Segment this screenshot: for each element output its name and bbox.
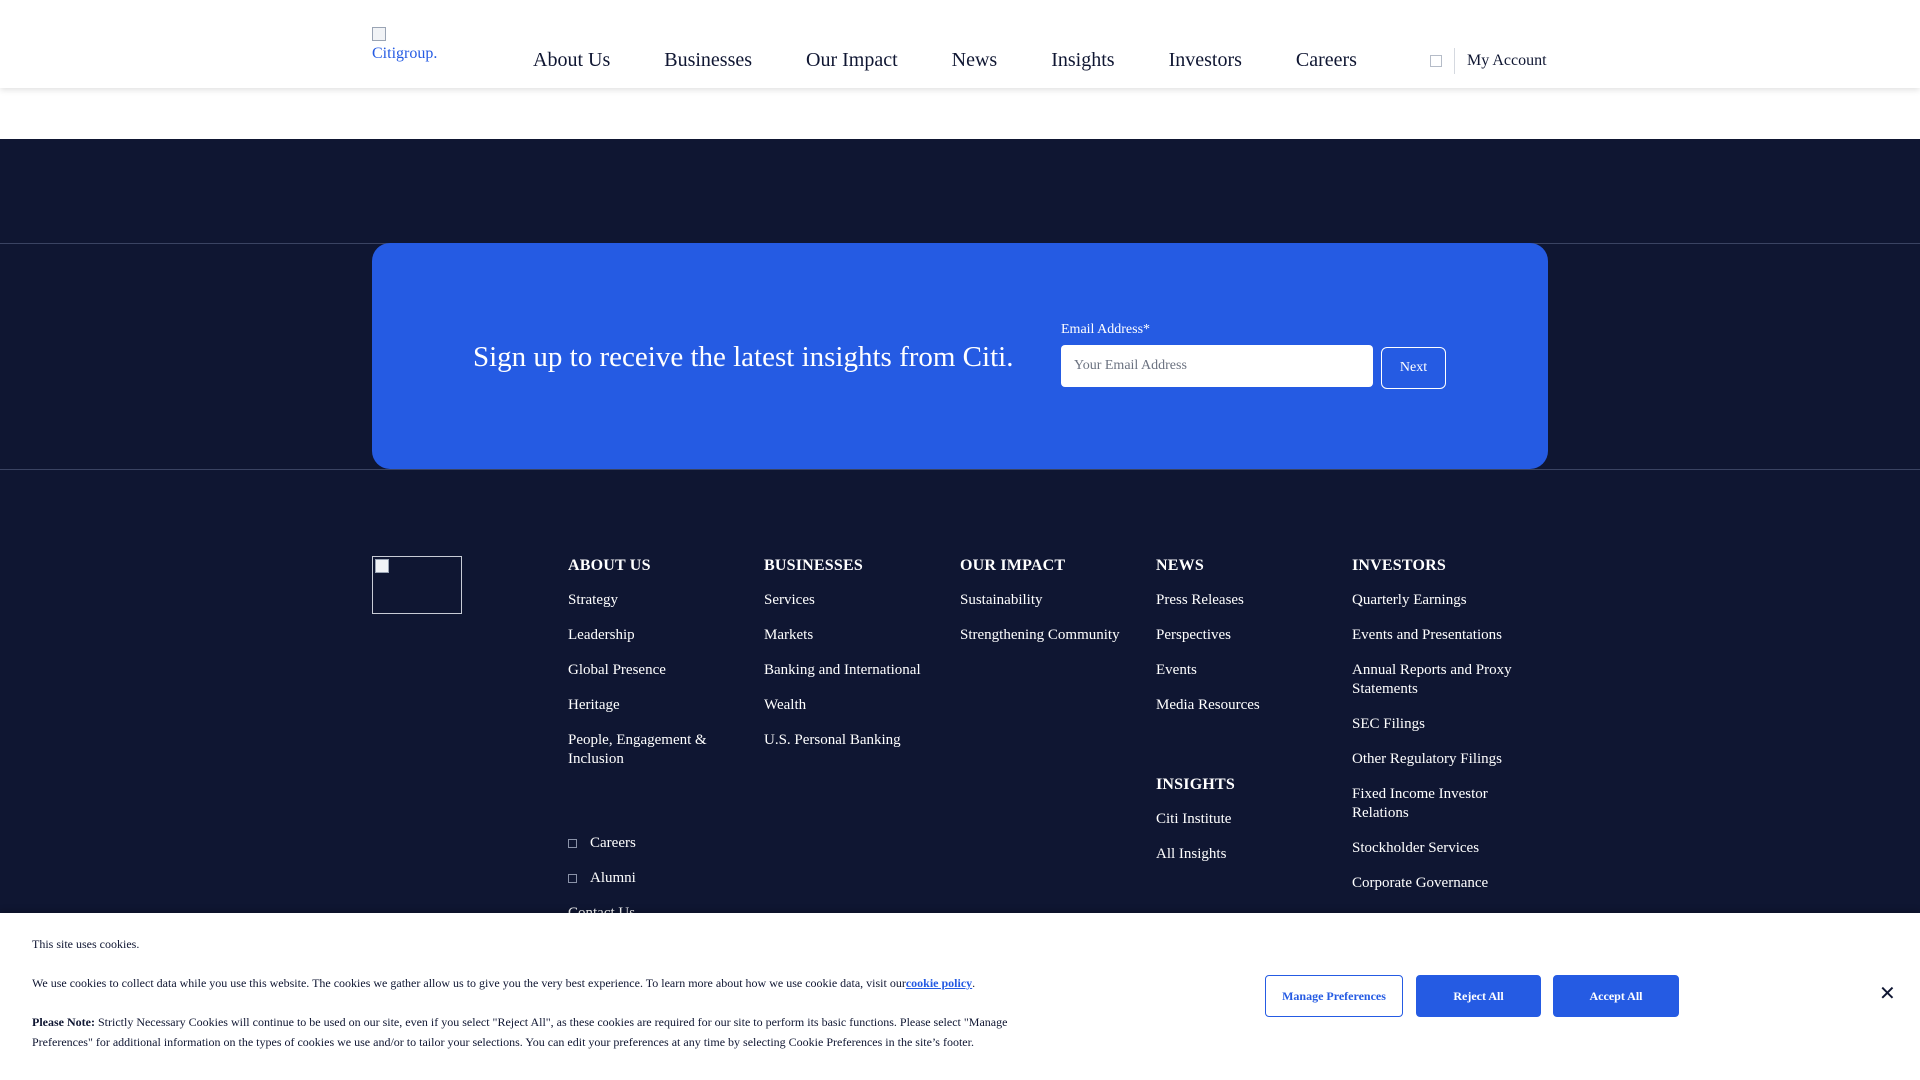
nav-news[interactable]: News xyxy=(952,47,998,73)
external-link-icon xyxy=(568,874,577,883)
footer-link[interactable]: All Insights xyxy=(1156,845,1346,864)
footer-heading-insights: INSIGHTS xyxy=(1156,776,1235,793)
nav-businesses[interactable]: Businesses xyxy=(664,47,752,73)
signup-headline: Sign up to receive the latest insights f… xyxy=(473,341,1014,373)
footer-link[interactable]: Stockholder Services xyxy=(1352,839,1532,858)
footer-link[interactable]: Leadership xyxy=(568,626,758,645)
nav-insights[interactable]: Insights xyxy=(1051,47,1114,73)
external-link-label: Alumni xyxy=(590,870,636,886)
cookie-note: Please Note: Strictly Necessary Cookies … xyxy=(32,1013,1052,1052)
nav-careers[interactable]: Careers xyxy=(1296,47,1357,73)
footer-link[interactable]: Wealth xyxy=(764,696,954,715)
account-divider xyxy=(1454,48,1455,74)
footer-link[interactable]: U.S. Personal Banking xyxy=(764,731,954,750)
careers-external-link[interactable]: Careers xyxy=(568,834,636,853)
cookie-title: This site uses cookies. xyxy=(32,937,140,951)
next-button[interactable]: Next xyxy=(1381,347,1446,389)
external-link-label: Careers xyxy=(590,835,636,851)
footer-link[interactable]: Quarterly Earnings xyxy=(1352,591,1532,610)
nav-investors[interactable]: Investors xyxy=(1169,47,1242,73)
footer-link[interactable]: Services xyxy=(764,591,954,610)
footer-link[interactable]: SEC Filings xyxy=(1352,715,1532,734)
spacer-band xyxy=(0,88,1920,140)
site-header: Citigroup. About Us Businesses Our Impac… xyxy=(0,0,1920,88)
footer-col-about-us: ABOUT US Strategy Leadership Global Pres… xyxy=(568,556,758,785)
alumni-external-link[interactable]: Alumni xyxy=(568,869,636,888)
external-link-icon xyxy=(568,839,577,848)
cookie-note-label: Please Note: xyxy=(32,1015,95,1029)
accept-all-button[interactable]: Accept All xyxy=(1553,975,1679,1017)
cookie-note-text: Strictly Necessary Cookies will continue… xyxy=(32,1015,1008,1049)
footer-link[interactable]: Corporate Governance xyxy=(1352,874,1532,893)
close-icon[interactable]: ✕ xyxy=(1879,983,1896,1003)
email-input[interactable] xyxy=(1061,345,1373,387)
reject-all-button[interactable]: Reject All xyxy=(1416,975,1541,1017)
cookie-banner: This site uses cookies. We use cookies t… xyxy=(0,913,1920,1080)
broken-image-icon xyxy=(372,27,386,41)
cookie-policy-link[interactable]: cookie policy xyxy=(906,976,972,990)
footer-logo[interactable] xyxy=(372,556,462,614)
footer-link[interactable]: People, Engagement & Inclusion xyxy=(568,731,758,769)
footer-heading: OUR IMPACT xyxy=(960,557,1066,574)
footer-link[interactable]: Sustainability xyxy=(960,591,1150,610)
user-icon xyxy=(1430,55,1442,67)
manage-preferences-button[interactable]: Manage Preferences xyxy=(1265,975,1403,1017)
divider-line xyxy=(0,469,1920,470)
footer-link[interactable]: Banking and International xyxy=(764,661,954,680)
nav-our-impact[interactable]: Our Impact xyxy=(806,47,898,73)
cookie-body: We use cookies to collect data while you… xyxy=(32,976,976,990)
footer-link[interactable]: Events and Presentations xyxy=(1352,626,1532,645)
broken-image-icon xyxy=(375,559,389,573)
footer-heading: ABOUT US xyxy=(568,557,651,574)
footer-link[interactable]: Press Releases xyxy=(1156,591,1346,610)
main-nav: About Us Businesses Our Impact News Insi… xyxy=(533,47,1357,73)
footer-link[interactable]: Fixed Income Investor Relations xyxy=(1352,785,1532,823)
footer-link[interactable]: Strengthening Community xyxy=(960,626,1150,645)
footer-link[interactable]: Global Presence xyxy=(568,661,758,680)
footer-col-news: NEWS Press Releases Perspectives Events … xyxy=(1156,556,1346,880)
my-account-label: My Account xyxy=(1467,52,1547,69)
citi-logo[interactable]: Citigroup. xyxy=(372,27,442,67)
cookie-body-text: We use cookies to collect data while you… xyxy=(32,976,906,990)
footer-link[interactable]: Strategy xyxy=(568,591,758,610)
footer-heading: NEWS xyxy=(1156,557,1204,574)
my-account-link[interactable]: My Account xyxy=(1430,48,1547,74)
footer-heading: BUSINESSES xyxy=(764,557,863,574)
footer-link[interactable]: Media Resources xyxy=(1156,696,1346,715)
footer-external-links: Careers Alumni Contact Us xyxy=(568,834,636,923)
footer-link[interactable]: Markets xyxy=(764,626,954,645)
footer-heading: INVESTORS xyxy=(1352,557,1446,574)
footer-link[interactable]: Perspectives xyxy=(1156,626,1346,645)
nav-about-us[interactable]: About Us xyxy=(533,47,610,73)
footer-link[interactable]: Other Regulatory Filings xyxy=(1352,750,1532,769)
footer-link[interactable]: Citi Institute xyxy=(1156,810,1346,829)
newsletter-signup: Sign up to receive the latest insights f… xyxy=(372,243,1548,469)
footer-col-businesses: BUSINESSES Services Markets Banking and … xyxy=(764,556,954,766)
email-label: Email Address* xyxy=(1061,322,1151,337)
logo-alt-text: Citigroup. xyxy=(372,45,438,62)
footer-col-our-impact: OUR IMPACT Sustainability Strengthening … xyxy=(960,556,1150,661)
footer-link[interactable]: Annual Reports and Proxy Statements xyxy=(1352,661,1532,699)
footer-link[interactable]: Events xyxy=(1156,661,1346,680)
footer-col-investors: INVESTORS Quarterly Earnings Events and … xyxy=(1352,556,1532,909)
footer-link[interactable]: Heritage xyxy=(568,696,758,715)
